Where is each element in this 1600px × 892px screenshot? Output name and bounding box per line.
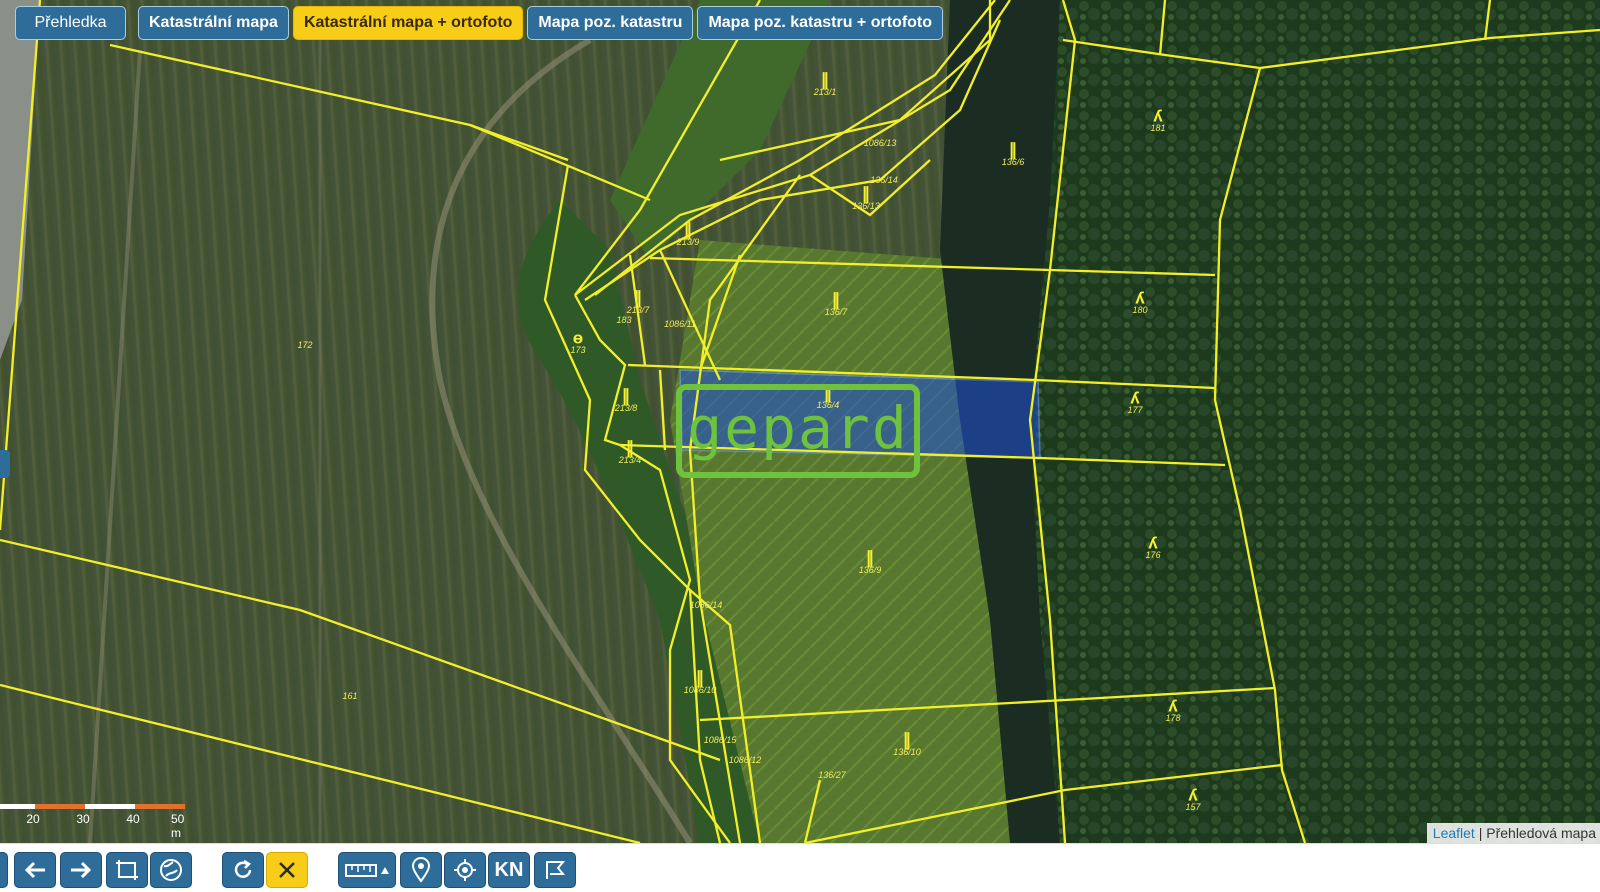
layer-button-katastralni-mapa[interactable]: Katastrální mapa [138,6,289,40]
land-use-symbol: ʎ [1148,533,1158,553]
parcel-number-label[interactable]: 157 [1185,802,1200,812]
globe-icon [160,859,182,881]
parcel-number-label[interactable]: 173 [570,345,585,355]
parcel-number-label[interactable]: 178 [1165,713,1180,723]
land-use-symbol: ʎ [1135,288,1145,308]
parcel-number-label[interactable]: 176 [1145,550,1160,560]
land-use-symbol: ∥ [621,386,631,406]
land-use-symbol: ∥ [902,730,912,750]
parcel-number-label[interactable]: 213/1 [814,87,837,97]
parcel-number-label[interactable]: 172 [297,340,312,350]
parcel-number-label[interactable]: 136/13 [852,201,880,211]
crosshair-icon [454,859,476,881]
land-use-symbol: ∥ [695,668,705,688]
gps-pin-button[interactable] [400,852,442,888]
locate-button[interactable] [444,852,486,888]
gps-pin-icon [411,857,431,883]
scale-tick: 50 m [171,812,185,840]
land-use-symbol: ʎ [1168,696,1178,716]
parcel-number-label[interactable]: 213/9 [677,237,700,247]
parcel-number-label[interactable]: 1086/15 [704,735,737,745]
flag-icon [546,861,566,879]
land-use-symbol: ∥ [1008,140,1018,160]
parcel-number-label[interactable]: 136/27 [818,770,846,780]
parcel-number-label[interactable]: 1086/10 [684,685,717,695]
parcel-number-label[interactable]: 1086/13 [864,138,897,148]
parcel-number-label[interactable]: 1086/14 [690,600,723,610]
attribution-separator: | [1474,825,1487,841]
watermark-text: gepard [687,394,909,462]
layer-button-mapa-poz-katastru-ortofoto[interactable]: Mapa poz. katastru + ortofoto [697,6,944,40]
parcel-number-label[interactable]: 136/14 [870,175,898,185]
parcel-number-label[interactable]: 181 [1150,123,1165,133]
side-panel-toggle[interactable] [0,450,10,478]
parcel-number-label[interactable]: 136/9 [859,565,882,575]
measure-button[interactable] [338,852,396,888]
ruler-icon [345,864,389,877]
land-use-symbol: ∥ [683,220,693,240]
parcel-number-label[interactable]: 180 [1132,305,1147,315]
kn-label: KN [494,858,524,881]
parcel-number-label[interactable]: 213/4 [619,455,642,465]
scale-tick: 40 [126,812,140,826]
land-use-symbol: ∥ [865,548,875,568]
parcel-number-label[interactable]: 177 [1127,405,1142,415]
parcel-number-label[interactable]: 136/6 [1002,157,1025,167]
kn-button[interactable]: KN [488,852,530,888]
attribution-text: Přehledová mapa [1486,825,1596,841]
crop-icon [116,860,138,880]
land-use-symbol: ʎ [1153,106,1163,126]
parcel-number-label[interactable]: 1086/12 [729,755,762,765]
land-use-symbol: ʎ [1188,785,1198,805]
layer-button-prehledka[interactable]: Přehledka [15,6,126,40]
scale-bar: 20 30 40 50 m [0,804,210,840]
refresh-button[interactable] [222,852,264,888]
parcel-number-label[interactable]: 136/10 [893,747,921,757]
back-button[interactable] [14,852,56,888]
forward-button[interactable] [60,852,102,888]
parcel-number-label[interactable]: 183 [616,315,631,325]
bottom-toolbar: KN [0,843,1600,892]
select-area-button[interactable] [106,852,148,888]
land-use-symbol: ʎ [1130,388,1140,408]
parcel-number-label[interactable]: 213/7 [627,305,650,315]
land-use-symbol: ɵ [572,328,584,348]
bookmark-button[interactable] [534,852,576,888]
menu-button[interactable] [0,852,8,888]
parcel-number-label[interactable]: 161 [342,691,357,701]
layer-button-katastralni-mapa-ortofoto[interactable]: Katastrální mapa + ortofoto [292,6,524,40]
parcel-number-label[interactable]: 213/8 [615,403,638,413]
land-use-symbol: ∥ [861,184,871,204]
refresh-icon [234,859,252,878]
land-use-symbol: ∥ [633,288,643,308]
clear-button[interactable] [266,852,308,888]
layer-button-mapa-poz-katastru[interactable]: Mapa poz. katastru [527,6,694,40]
land-use-symbol: ∥ [831,290,841,310]
land-use-symbol: ∥ [820,70,830,90]
arrow-left-icon [24,861,45,879]
parcel-number-label[interactable]: 1086/11 [664,319,696,329]
scale-tick: 20 [26,812,40,826]
arrow-right-icon [71,861,92,879]
layer-switcher: Přehledka Katastrální mapa Katastrální m… [15,6,944,40]
map-attribution: Leaflet | Přehledová mapa [1426,823,1600,843]
gepard-watermark: gepard [676,384,920,478]
land-use-symbol: ∥ [625,438,635,458]
globe-button[interactable] [150,852,192,888]
map-canvas[interactable]: ∥ 213/1 1086/13 136/14 ∥ 136/13 ∥ 136/6 ʎ 181 ∥ 213… [0,0,1600,843]
close-icon [279,862,295,878]
parcel-number-label[interactable]: 136/7 [825,307,848,317]
scale-tick: 30 [76,812,90,826]
leaflet-link[interactable]: Leaflet [1433,825,1475,841]
